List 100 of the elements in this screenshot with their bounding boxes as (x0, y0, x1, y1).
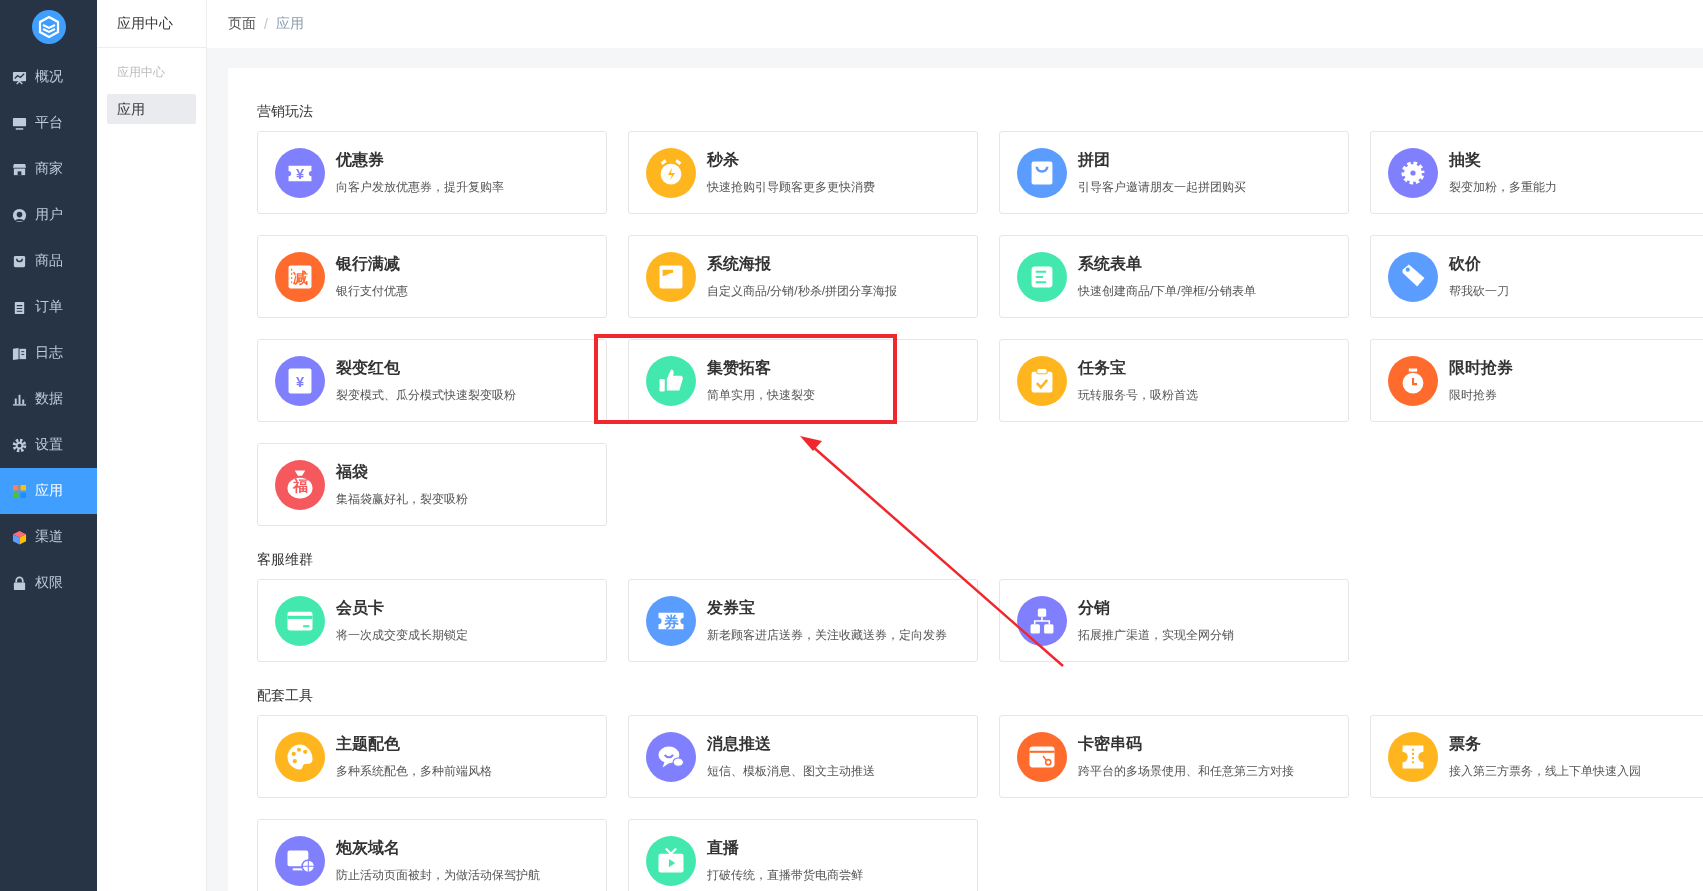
submenu-item[interactable]: 应用 (107, 94, 196, 124)
app-title: 消息推送 (707, 733, 772, 754)
app-title: 裂变红包 (336, 357, 401, 378)
app-title: 秒杀 (707, 149, 740, 170)
app-card[interactable]: 秒杀 快速抢购引导顾客更多更快消费 (628, 131, 978, 214)
app-card[interactable]: 主题配色 多种系统配色，多种前端风格 (257, 715, 607, 798)
grid-icon (12, 483, 27, 499)
app-title: 炮灰域名 (336, 837, 401, 858)
ticket-icon: ¥ (275, 147, 325, 198)
sidebar-item[interactable]: 设置 (0, 422, 97, 468)
app-title: 银行满减 (336, 253, 401, 274)
app-title: 系统海报 (707, 253, 772, 274)
app-card[interactable]: 减 银行满减 银行支付优惠 (257, 235, 607, 318)
store-icon (12, 161, 27, 177)
clipboard-icon (12, 299, 27, 315)
cube-icon (12, 529, 27, 545)
sidebar-item[interactable]: 日志 (0, 330, 97, 376)
section-title: 配套工具 (257, 686, 314, 705)
app-card[interactable]: 砍价 帮我砍一刀 (1370, 235, 1703, 318)
app-card[interactable]: 集赞拓客 简单实用，快速裂变 (628, 339, 978, 422)
sidebar-item[interactable]: 订单 (0, 284, 97, 330)
app-title: 优惠券 (336, 149, 385, 170)
sidebar-item[interactable]: 商家 (0, 146, 97, 192)
app-title: 主题配色 (336, 733, 401, 754)
app-title: 砍价 (1449, 253, 1482, 274)
sidebar-item[interactable]: 数据 (0, 376, 97, 422)
app-card[interactable]: 券 发券宝 新老顾客进店送券，关注收藏送券，定向发券 (628, 579, 978, 662)
coupon-icon: 减 (275, 251, 325, 302)
app-title: 卡密串码 (1078, 733, 1143, 754)
app-card[interactable]: 炮灰域名 防止活动页面被封，为做活动保驾护航 (257, 819, 607, 891)
app-description: 简单实用，快速裂变 (707, 386, 815, 404)
section-title: 营销玩法 (257, 102, 314, 121)
app-card[interactable]: 福 福袋 集福袋赢好礼，裂变吸粉 (257, 443, 607, 526)
app-card[interactable]: 卡密串码 跨平台的多场景使用、和任意第三方对接 (999, 715, 1349, 798)
app-title: 会员卡 (336, 597, 385, 618)
lock-icon (12, 575, 27, 591)
app-description: 多种系统配色，多种前端风格 (336, 762, 492, 780)
app-card[interactable]: 会员卡 将一次成交变成长期锁定 (257, 579, 607, 662)
app-card[interactable]: ¥ 裂变红包 裂变模式、瓜分模式快速裂变吸粉 (257, 339, 607, 422)
settings-icon (12, 437, 27, 453)
app-description: 拓展推广渠道，实现全网分销 (1078, 626, 1234, 644)
app-card[interactable]: 系统表单 快速创建商品/下单/弹框/分销表单 (999, 235, 1349, 318)
app-card[interactable]: 直播 打破传统，直播带货电商尝鲜 (628, 819, 978, 891)
app-card[interactable]: 抽奖 裂变加粉，多重能力 (1370, 131, 1703, 214)
monitor-icon (12, 115, 27, 131)
submenu-title: 应用中心 (97, 0, 206, 48)
app-title: 限时抢券 (1449, 357, 1513, 378)
app-description: 接入第三方票务，线上下单快速入园 (1449, 762, 1641, 780)
app-description: 跨平台的多场景使用、和任意第三方对接 (1078, 762, 1294, 780)
breadcrumb-link[interactable]: 页面 (228, 15, 256, 33)
app-card[interactable]: 消息推送 短信、模板消息、图文主动推送 (628, 715, 978, 798)
app-description: 限时抢券 (1449, 386, 1498, 404)
app-description: 银行支付优惠 (336, 282, 408, 300)
sidebar-item[interactable]: 平台 (0, 100, 97, 146)
app-title: 任务宝 (1078, 357, 1127, 378)
app-title: 发券宝 (707, 597, 756, 618)
app-description: 裂变加粉，多重能力 (1449, 178, 1557, 196)
chart-icon (12, 69, 27, 85)
app-card[interactable]: 拼团 引导客户邀请朋友一起拼团购买 (999, 131, 1349, 214)
app-description: 防止活动页面被封，为做活动保驾护航 (336, 866, 540, 884)
app-card[interactable]: 系统海报 自定义商品/分销/秒杀/拼团分享海报 (628, 235, 978, 318)
app-description: 新老顾客进店送券，关注收藏送券，定向发券 (707, 626, 947, 644)
app-description: 裂变模式、瓜分模式快速裂变吸粉 (336, 386, 516, 404)
menu-group-label: 应用中心 (116, 64, 166, 81)
sidebar-item[interactable]: 概况 (0, 54, 97, 100)
app-description: 引导客户邀请朋友一起拼团购买 (1078, 178, 1246, 196)
app-title: 直播 (707, 837, 740, 858)
envelope-icon: ¥ (275, 355, 325, 406)
sidebar-item[interactable]: 权限 (0, 560, 97, 606)
section-title: 客服维群 (257, 550, 314, 569)
app-card[interactable]: 分销 拓展推广渠道，实现全网分销 (999, 579, 1349, 662)
app-description: 自定义商品/分销/秒杀/拼团分享海报 (707, 282, 897, 300)
book-icon (12, 345, 27, 361)
app-card[interactable]: 任务宝 玩转服务号，吸粉首选 (999, 339, 1349, 422)
app-description: 帮我砍一刀 (1449, 282, 1509, 300)
app-description: 玩转服务号，吸粉首选 (1078, 386, 1198, 404)
logo-icon (31, 10, 66, 44)
sidebar-item[interactable]: 用户 (0, 192, 97, 238)
sidebar-item[interactable]: 商品 (0, 238, 97, 284)
app-title: 票务 (1449, 733, 1482, 754)
app-title: 福袋 (336, 461, 369, 482)
bag-icon (12, 253, 27, 269)
app-description: 将一次成交变成长期锁定 (336, 626, 468, 644)
app-title: 分销 (1078, 597, 1111, 618)
app-description: 向客户发放优惠券，提升复购率 (336, 178, 504, 196)
app-title: 拼团 (1078, 149, 1111, 170)
app-description: 快速抢购引导顾客更多更快消费 (707, 178, 875, 196)
user-icon (12, 207, 27, 223)
sidebar-item[interactable]: 渠道 (0, 514, 97, 560)
app-description: 集福袋赢好礼，裂变吸粉 (336, 490, 468, 508)
breadcrumb-separator: / (264, 16, 268, 32)
app-title: 系统表单 (1078, 253, 1143, 274)
app-card[interactable]: ¥ 优惠券 向客户发放优惠券，提升复购率 (257, 131, 607, 214)
money-bag-icon: 福 (275, 459, 325, 510)
app-card[interactable]: 票务 接入第三方票务，线上下单快速入园 (1370, 715, 1703, 798)
app-description: 短信、模板消息、图文主动推送 (707, 762, 875, 780)
app-description: 快速创建商品/下单/弹框/分销表单 (1078, 282, 1256, 300)
app-title: 集赞拓客 (707, 357, 772, 378)
app-card[interactable]: 限时抢券 限时抢券 (1370, 339, 1703, 422)
app-description: 打破传统，直播带货电商尝鲜 (707, 866, 863, 884)
